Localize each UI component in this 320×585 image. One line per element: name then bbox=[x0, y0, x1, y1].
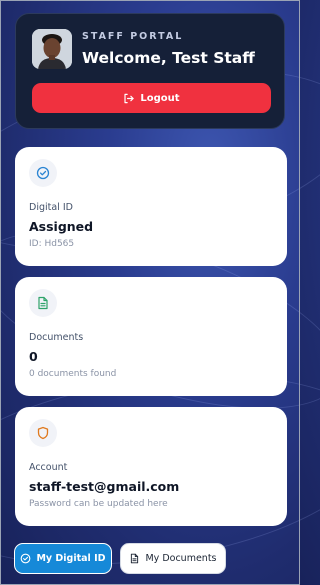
window-frame bbox=[0, 0, 300, 585]
